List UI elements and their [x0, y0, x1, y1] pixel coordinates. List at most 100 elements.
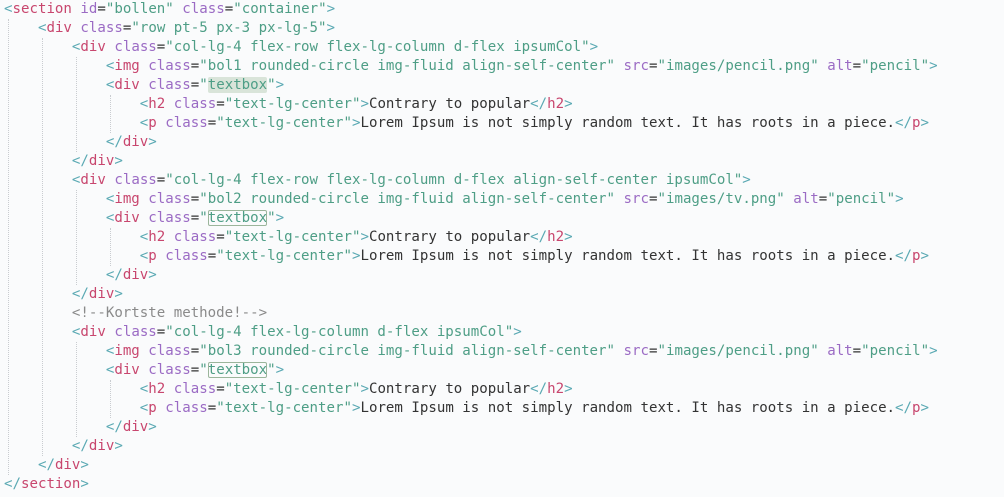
code-token: class	[114, 172, 157, 188]
code-token: =	[207, 248, 217, 264]
code-token: >	[895, 191, 904, 207]
code-token: </	[530, 229, 548, 245]
code-line: <p class="text-lg-center">Lorem Ipsum is…	[0, 247, 929, 266]
code-line: <section id="bollen" class="container">	[0, 0, 335, 19]
code-token: </	[530, 381, 548, 397]
code-token: >	[148, 267, 157, 283]
code-comment: <!--Kortste methode!-->	[71, 305, 268, 321]
code-token: p	[912, 400, 921, 416]
code-token: "	[199, 77, 208, 93]
code-token: =	[190, 343, 200, 359]
code-token: </	[71, 286, 89, 302]
code-token: class	[173, 229, 217, 245]
code-token: "	[199, 362, 208, 378]
code-token: </	[105, 419, 123, 435]
code-token: =	[224, 1, 234, 17]
code-token: >	[920, 400, 930, 416]
code-token: textbox	[207, 210, 268, 226]
code-token: <	[139, 400, 149, 416]
code-line: <img class="bol3 rounded-circle img-flui…	[0, 342, 938, 361]
code-token: h2	[547, 229, 565, 245]
code-token: </	[895, 400, 913, 416]
code-token: >	[275, 210, 285, 226]
code-token: p	[912, 248, 921, 264]
code-token: "bol2 rounded-circle img-fluid align-sel…	[199, 191, 616, 207]
code-token: "bol3 rounded-circle img-fluid align-sel…	[199, 343, 616, 359]
code-token: "pencil"	[827, 191, 896, 207]
code-token: =	[190, 191, 200, 207]
code-token: "images/tv.png"	[657, 191, 785, 207]
code-token: =	[818, 191, 828, 207]
code-token: =	[852, 58, 862, 74]
code-token: "	[267, 210, 276, 226]
code-token: src	[623, 343, 649, 359]
code-token: "col-lg-4 flex-lg-column d-flex ipsumCol…	[165, 324, 514, 340]
code-token: Contrary to popular	[368, 381, 531, 397]
code-token: h2	[547, 381, 565, 397]
code-token: Contrary to popular	[368, 96, 531, 112]
code-token: "text-lg-center"	[216, 400, 352, 416]
code-line: </div>	[0, 437, 123, 456]
code-token: >	[564, 229, 573, 245]
code-token: div	[122, 267, 149, 283]
code-token: "text-lg-center"	[216, 115, 352, 131]
code-token: class	[173, 381, 217, 397]
code-token: class	[165, 400, 208, 416]
code-token: Lorem Ipsum is not simply random text. I…	[360, 248, 896, 264]
code-token: >	[326, 20, 336, 36]
code-token: div	[80, 324, 106, 340]
code-token: "row pt-5 px-3 px-lg-5"	[131, 20, 327, 36]
code-token: >	[360, 381, 369, 397]
code-line: </div>	[0, 418, 157, 437]
code-token: class	[182, 1, 225, 17]
code-line: <h2 class="text-lg-center">Contrary to p…	[0, 380, 573, 399]
code-line: <h2 class="text-lg-center">Contrary to p…	[0, 95, 573, 114]
indent-guide	[110, 228, 112, 266]
indent-guide	[8, 19, 10, 475]
code-token: "text-lg-center"	[216, 248, 352, 264]
code-line: </div>	[0, 285, 123, 304]
code-token: "	[267, 362, 276, 378]
code-token: "col-lg-4 flex-row flex-lg-column d-flex…	[165, 39, 590, 55]
code-token: "text-lg-center"	[224, 96, 361, 112]
code-token: section	[20, 476, 81, 492]
code-token: "images/pencil.png"	[657, 343, 819, 359]
code-token: "container"	[233, 1, 327, 17]
code-token: =	[216, 229, 225, 245]
code-token: section	[12, 1, 72, 17]
indent-guide	[76, 190, 78, 285]
code-editor[interactable]: <section id="bollen" class="container"> …	[0, 0, 1004, 497]
code-token: h2	[148, 229, 166, 245]
code-token: <	[139, 229, 149, 245]
code-token: p	[912, 115, 921, 131]
code-token: div	[122, 419, 149, 435]
code-token: Lorem Ipsum is not simply random text. I…	[360, 400, 896, 416]
code-token: <	[139, 381, 149, 397]
code-token: div	[46, 20, 72, 36]
indent-guide	[110, 380, 112, 418]
code-token: "	[199, 210, 208, 226]
code-token: h2	[148, 381, 166, 397]
code-token: =	[190, 362, 200, 378]
code-token: =	[190, 77, 200, 93]
code-token: "bollen"	[105, 1, 174, 17]
code-token: >	[326, 1, 336, 17]
code-token: div	[114, 77, 140, 93]
code-token: >	[920, 248, 930, 264]
code-token: alt	[827, 58, 853, 74]
code-token: "pencil"	[861, 58, 930, 74]
code-token: class	[148, 77, 191, 93]
code-token: >	[148, 419, 157, 435]
code-token: "bol1 rounded-circle img-fluid align-sel…	[199, 58, 616, 74]
code-token: "pencil"	[861, 343, 930, 359]
code-token: textbox	[207, 77, 268, 93]
code-token: Contrary to popular	[368, 229, 531, 245]
code-token: >	[148, 134, 157, 150]
code-line: <div class="col-lg-4 flex-row flex-lg-co…	[0, 171, 751, 190]
